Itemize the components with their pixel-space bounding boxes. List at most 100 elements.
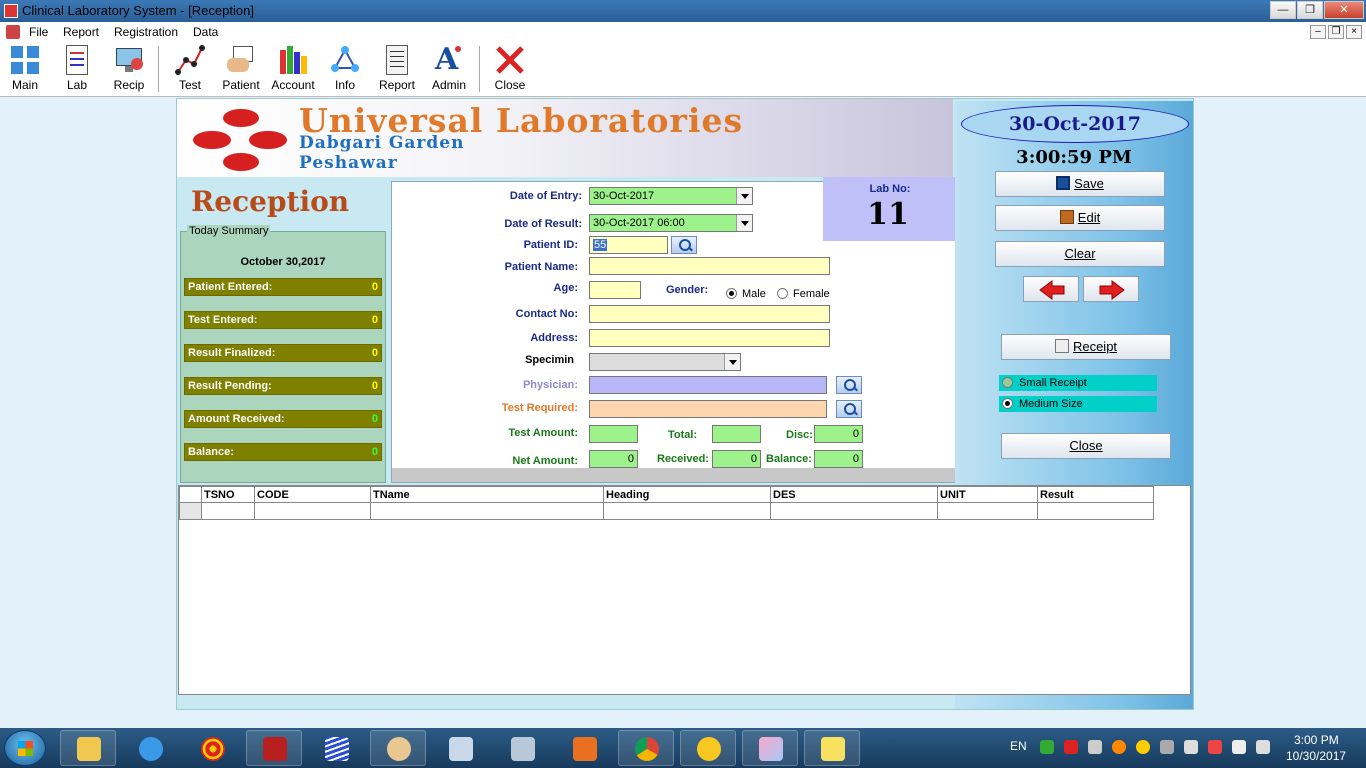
- date-of-entry-picker[interactable]: 30-Oct-2017: [589, 187, 753, 205]
- taskbar-calculator[interactable]: [432, 730, 488, 766]
- tray-app-icon[interactable]: [1040, 740, 1054, 754]
- toolbar-info-button[interactable]: Info: [321, 44, 369, 94]
- taskbar-media[interactable]: [556, 730, 612, 766]
- menu-data[interactable]: Data: [193, 25, 218, 39]
- toolbar-recip-button[interactable]: Recip: [105, 44, 153, 94]
- tray-network-share-icon[interactable]: [1088, 740, 1102, 754]
- received-input[interactable]: 0: [712, 450, 761, 468]
- table-cell[interactable]: [937, 502, 1038, 520]
- column-header[interactable]: Result: [1037, 486, 1154, 503]
- date-of-result-picker[interactable]: 30-Oct-2017 06:00: [589, 214, 753, 232]
- taskbar-clinical-lab[interactable]: [804, 730, 860, 766]
- mdi-minimize-button[interactable]: –: [1310, 25, 1326, 39]
- taskbar-tools[interactable]: [494, 730, 550, 766]
- signal-bars-icon[interactable]: [1184, 740, 1198, 754]
- taskbar-image-app[interactable]: [742, 730, 798, 766]
- taskbar-explorer[interactable]: [60, 730, 116, 766]
- column-header[interactable]: TName: [370, 486, 604, 503]
- gender-female-radio[interactable]: [777, 288, 788, 299]
- volume-icon[interactable]: [1256, 740, 1270, 754]
- minimize-button[interactable]: —: [1270, 1, 1296, 19]
- tray-chat-icon[interactable]: [1136, 740, 1150, 754]
- tray-firefox-icon[interactable]: [1112, 740, 1126, 754]
- toolbar-lab-button[interactable]: Lab: [53, 44, 101, 94]
- clock-date[interactable]: 10/30/2017: [1286, 749, 1346, 763]
- table-cell[interactable]: [201, 502, 255, 520]
- row-selector[interactable]: [179, 502, 202, 520]
- next-record-button[interactable]: [1083, 276, 1139, 302]
- clear-button[interactable]: Clear: [995, 241, 1165, 267]
- taskbar-access[interactable]: [246, 730, 302, 766]
- test-search-icon[interactable]: [836, 400, 862, 418]
- toolbar-close-button[interactable]: Close: [486, 44, 534, 94]
- window-close-button[interactable]: ✕: [1324, 1, 1364, 19]
- taskbar-chat[interactable]: [680, 730, 736, 766]
- maximize-button[interactable]: ❐: [1297, 1, 1323, 19]
- physician-search-icon[interactable]: [836, 376, 862, 394]
- patient-search-icon[interactable]: [671, 236, 697, 254]
- form-close-button[interactable]: Close: [1001, 433, 1171, 459]
- start-button[interactable]: [4, 730, 46, 766]
- tray-acrobat-icon[interactable]: [1064, 740, 1078, 754]
- table-cell[interactable]: [770, 502, 938, 520]
- tray-device-icon[interactable]: [1232, 740, 1246, 754]
- column-header[interactable]: CODE: [254, 486, 371, 503]
- table-cell[interactable]: [603, 502, 771, 520]
- mdi-close-button[interactable]: ×: [1346, 25, 1362, 39]
- tray-hardware-icon[interactable]: [1160, 740, 1174, 754]
- receipt-button[interactable]: Receipt: [1001, 334, 1171, 360]
- column-header[interactable]: Heading: [603, 486, 771, 503]
- contact-no-input[interactable]: [589, 305, 830, 323]
- taskbar-app-stripes[interactable]: [308, 730, 364, 766]
- disc-input[interactable]: 0: [814, 425, 863, 443]
- gender-male-radio[interactable]: [726, 288, 737, 299]
- tray-flag-icon[interactable]: [1208, 740, 1222, 754]
- column-header[interactable]: DES: [770, 486, 938, 503]
- table-row[interactable]: [179, 502, 1154, 520]
- previous-record-button[interactable]: [1023, 276, 1079, 302]
- edit-button[interactable]: Edit: [995, 205, 1165, 231]
- toolbar-main-button[interactable]: Main: [1, 44, 49, 94]
- toolbar-test-button[interactable]: Test: [166, 44, 214, 94]
- chevron-down-icon[interactable]: [736, 215, 752, 231]
- taskbar-chrome[interactable]: [618, 730, 674, 766]
- physician-input[interactable]: [589, 376, 827, 394]
- taskbar-ie[interactable]: [122, 730, 178, 766]
- balance-input[interactable]: 0: [814, 450, 863, 468]
- toolbar-patient-button[interactable]: Patient: [217, 44, 265, 94]
- taskbar-paint[interactable]: [370, 730, 426, 766]
- chevron-down-icon[interactable]: [724, 354, 740, 370]
- language-indicator[interactable]: EN: [1010, 739, 1027, 753]
- patient-name-input[interactable]: [589, 257, 830, 275]
- net-amount-input[interactable]: 0: [589, 450, 638, 468]
- table-cell[interactable]: [1037, 502, 1154, 520]
- test-results-grid[interactable]: TSNO CODE TName Heading DES UNIT Result: [178, 485, 1191, 695]
- specimen-select[interactable]: [589, 353, 741, 371]
- medium-size-option[interactable]: Medium Size: [999, 396, 1157, 412]
- menu-registration[interactable]: Registration: [114, 25, 178, 39]
- table-cell[interactable]: [370, 502, 604, 520]
- taskbar-target-app[interactable]: [184, 730, 240, 766]
- mdi-restore-button[interactable]: ❐: [1328, 25, 1344, 39]
- menu-report[interactable]: Report: [63, 25, 99, 39]
- column-header[interactable]: TSNO: [201, 486, 255, 503]
- toolbar-admin-button[interactable]: A Admin: [425, 44, 473, 94]
- test-amount-input[interactable]: [589, 425, 638, 443]
- total-input[interactable]: [712, 425, 761, 443]
- small-receipt-radio[interactable]: [1002, 377, 1013, 388]
- table-cell[interactable]: [254, 502, 371, 520]
- patient-id-input[interactable]: 55: [589, 236, 668, 254]
- test-required-input[interactable]: [589, 400, 827, 418]
- medium-size-radio[interactable]: [1002, 398, 1013, 409]
- address-input[interactable]: [589, 329, 830, 347]
- clock-time[interactable]: 3:00 PM: [1294, 733, 1339, 747]
- chevron-down-icon[interactable]: [736, 188, 752, 204]
- menu-file[interactable]: File: [29, 25, 48, 39]
- age-input[interactable]: [589, 281, 641, 299]
- save-button[interactable]: Save: [995, 171, 1165, 197]
- toolbar-report-button[interactable]: Report: [373, 44, 421, 94]
- menu-bar: File Report Registration Data – ❐ ×: [0, 22, 1366, 42]
- column-header[interactable]: UNIT: [937, 486, 1038, 503]
- toolbar-account-button[interactable]: Account: [269, 44, 317, 94]
- small-receipt-option[interactable]: Small Receipt: [999, 375, 1157, 391]
